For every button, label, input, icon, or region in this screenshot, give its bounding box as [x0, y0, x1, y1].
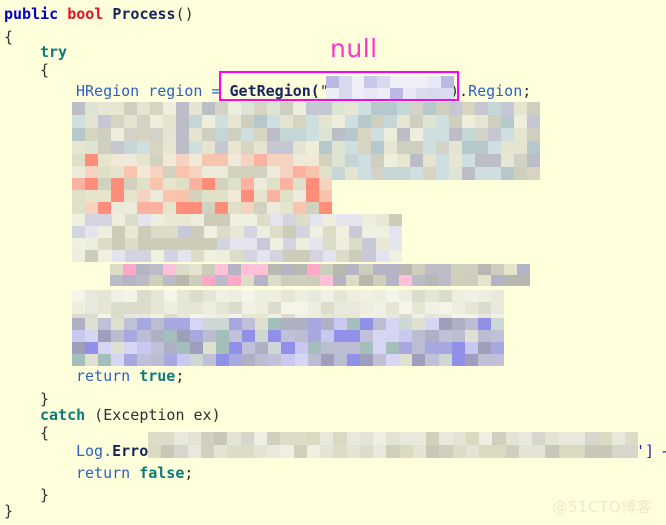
code-line: ).Region; [450, 80, 531, 103]
code-token: HRegion region = [76, 82, 230, 100]
code-token: - [660, 442, 666, 460]
code-token: (Exception ex) [85, 406, 221, 424]
highlight-box [219, 71, 459, 101]
code-screenshot: public bool Process(){try{HRegion region… [0, 0, 666, 525]
code-token: { [40, 61, 50, 79]
code-line: return true; [76, 365, 184, 388]
code-token: '] [636, 442, 655, 460]
code-token: } [4, 502, 14, 520]
code-line: '] [636, 440, 654, 463]
null-annotation: null [330, 34, 378, 63]
code-line: - [660, 440, 666, 463]
code-token: false [139, 464, 185, 482]
code-token: Region [468, 82, 523, 100]
code-token: ( [157, 442, 167, 460]
code-token: ; [175, 367, 185, 385]
code-token: Process [112, 5, 176, 23]
code-line: catch (Exception ex) [40, 404, 221, 427]
code-token: return [76, 367, 140, 385]
code-token: ; [184, 464, 194, 482]
code-token: bool [67, 5, 104, 23]
watermark: @51CTO博客 [552, 498, 652, 516]
code-token: { [40, 424, 50, 442]
code-token: return [76, 464, 140, 482]
code-line: } [4, 500, 13, 523]
code-line: return false; [76, 462, 193, 485]
code-line: Log.Error( [76, 440, 166, 463]
code-line: { [40, 422, 49, 445]
code-token: } [40, 486, 50, 504]
code-token: true [139, 367, 176, 385]
code-token: ; [522, 82, 532, 100]
code-token: () [175, 5, 194, 23]
code-line: } [40, 484, 49, 507]
code-token: public [4, 5, 59, 23]
code-line: { [40, 59, 49, 82]
code-token: { [4, 28, 14, 46]
code-token: Log. [76, 442, 113, 460]
code-line: public bool Process() [4, 3, 194, 26]
code-token: Error [112, 442, 158, 460]
code-line: { [4, 26, 13, 49]
